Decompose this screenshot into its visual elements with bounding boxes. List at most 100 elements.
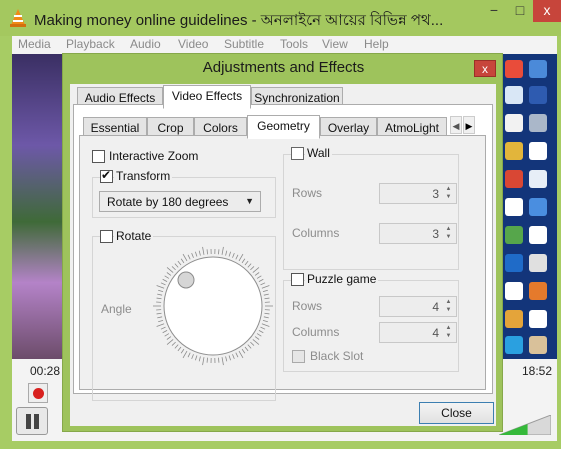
menu-video[interactable]: Video bbox=[178, 37, 208, 51]
dialog-body: Audio Effects Video Effects Synchronizat… bbox=[70, 84, 496, 426]
dial-tick bbox=[241, 258, 246, 264]
vlc-window-title: Making money online guidelines - অনলাইনে… bbox=[34, 12, 444, 29]
menu-bar: Media Playback Audio Video Subtitle Tool… bbox=[12, 36, 557, 54]
rotate-checkbox[interactable] bbox=[100, 230, 113, 243]
puzzle-rows-spinbox[interactable]: 4 ▲ ▼ bbox=[379, 296, 457, 317]
dial-tick bbox=[156, 312, 162, 315]
menu-subtitle[interactable]: Subtitle bbox=[224, 37, 264, 51]
angle-label: Angle bbox=[101, 302, 132, 316]
spin-arrows-icon: ▲ ▼ bbox=[445, 186, 452, 200]
menu-media[interactable]: Media bbox=[18, 37, 51, 51]
dial-tick bbox=[195, 251, 198, 257]
desktop-app-icon bbox=[529, 86, 547, 104]
transform-dropdown[interactable]: Rotate by 180 degrees ▼ bbox=[99, 191, 261, 212]
menu-tools[interactable]: Tools bbox=[280, 37, 308, 51]
dial-knob[interactable] bbox=[177, 271, 195, 289]
dial-tick bbox=[171, 341, 176, 346]
dial-tick bbox=[166, 272, 172, 276]
dial-tick bbox=[247, 344, 252, 349]
desktop-app-icon bbox=[505, 170, 523, 188]
dial-tick bbox=[177, 260, 182, 266]
desktop-app-icon bbox=[529, 254, 547, 272]
desktop-app-icon bbox=[529, 198, 547, 216]
menu-view[interactable]: View bbox=[322, 37, 348, 51]
wall-rows-value: 3 bbox=[432, 187, 439, 201]
dial-tick bbox=[195, 355, 198, 361]
dial-tick bbox=[261, 285, 270, 289]
puzzle-columns-spinbox[interactable]: 4 ▲ ▼ bbox=[379, 322, 457, 343]
record-button[interactable] bbox=[28, 383, 48, 403]
vlc-cone-icon bbox=[10, 9, 26, 27]
dial-tick bbox=[262, 319, 268, 323]
dial-tick bbox=[232, 354, 235, 359]
desktop-app-icon bbox=[505, 310, 523, 328]
dial-tick bbox=[198, 250, 201, 256]
dial-tick bbox=[244, 346, 249, 352]
dialog-title: Adjustments and Effects bbox=[202, 59, 365, 76]
dial-tick bbox=[238, 253, 244, 262]
dial-tick bbox=[235, 254, 239, 260]
desktop-app-icon bbox=[529, 60, 547, 78]
maximize-button[interactable]: □ bbox=[507, 0, 533, 22]
window-close-button[interactable]: x bbox=[533, 0, 561, 22]
dial-tick bbox=[228, 355, 231, 361]
dial-tick bbox=[258, 330, 264, 334]
puzzle-checkbox[interactable] bbox=[291, 273, 304, 286]
desktop-icons-area bbox=[497, 54, 557, 359]
angle-dial[interactable] bbox=[150, 243, 276, 369]
dial-tick bbox=[258, 278, 264, 282]
dial-tick bbox=[241, 348, 246, 354]
dial-tick bbox=[174, 344, 179, 349]
dial-tick bbox=[182, 350, 188, 359]
dial-tick bbox=[252, 267, 260, 273]
desktop-app-icon bbox=[505, 254, 523, 272]
dial-tick bbox=[206, 357, 208, 363]
dial-tick bbox=[198, 356, 201, 362]
subtab-geometry[interactable]: Geometry bbox=[247, 115, 320, 139]
desktop-app-icon bbox=[505, 282, 523, 300]
black-slot-checkbox[interactable] bbox=[292, 350, 305, 363]
spin-arrows-icon: ▲ ▼ bbox=[445, 226, 452, 240]
tab-video-effects[interactable]: Video Effects bbox=[163, 85, 251, 109]
vlc-title-bar: Making money online guidelines - অনলাইনে… bbox=[0, 0, 561, 36]
dial-tick bbox=[261, 323, 270, 327]
menu-playback[interactable]: Playback bbox=[66, 37, 115, 51]
interactive-zoom-checkbox[interactable] bbox=[92, 150, 105, 163]
dial-tick bbox=[264, 312, 270, 315]
dialog-close-button[interactable]: x bbox=[474, 60, 496, 77]
wall-rows-spinbox[interactable]: 3 ▲ ▼ bbox=[379, 183, 457, 204]
dial-tick bbox=[225, 356, 228, 362]
wall-rows-label: Rows bbox=[292, 186, 323, 200]
volume-slider[interactable] bbox=[499, 415, 551, 435]
dial-tick bbox=[162, 278, 168, 282]
menu-audio[interactable]: Audio bbox=[130, 37, 161, 51]
close-button[interactable]: Close bbox=[419, 402, 494, 424]
dial-tick bbox=[166, 267, 174, 273]
tabs-scroll-right-icon[interactable]: ▶ bbox=[463, 116, 475, 134]
dial-tick bbox=[221, 246, 224, 255]
pause-button[interactable] bbox=[16, 407, 48, 435]
dial-tick bbox=[191, 253, 194, 258]
dial-tick bbox=[180, 258, 185, 264]
dial-tick bbox=[158, 319, 164, 323]
dial-tick bbox=[256, 275, 262, 279]
dial-tick bbox=[247, 263, 252, 268]
wall-columns-spinbox[interactable]: 3 ▲ ▼ bbox=[379, 223, 457, 244]
tabs-scroll-left-icon[interactable]: ◀ bbox=[450, 116, 462, 134]
adjustments-dialog: Adjustments and Effects x Audio Effects … bbox=[62, 53, 503, 432]
puzzle-rows-label: Rows bbox=[292, 299, 323, 313]
wall-columns-label: Columns bbox=[292, 226, 340, 240]
wall-label: Wall bbox=[305, 146, 332, 160]
minimize-button[interactable]: − bbox=[481, 0, 507, 22]
dial-tick bbox=[157, 316, 163, 319]
puzzle-rows-value: 4 bbox=[432, 300, 439, 314]
dial-tick bbox=[156, 285, 165, 289]
dial-tick bbox=[162, 330, 168, 334]
dial-tick bbox=[218, 249, 220, 255]
puzzle-columns-label: Columns bbox=[292, 325, 340, 339]
dial-tick bbox=[156, 297, 162, 300]
menu-help[interactable]: Help bbox=[364, 37, 389, 51]
transform-checkbox[interactable] bbox=[100, 168, 113, 183]
dial-tick bbox=[160, 326, 166, 330]
wall-checkbox[interactable] bbox=[291, 147, 304, 160]
